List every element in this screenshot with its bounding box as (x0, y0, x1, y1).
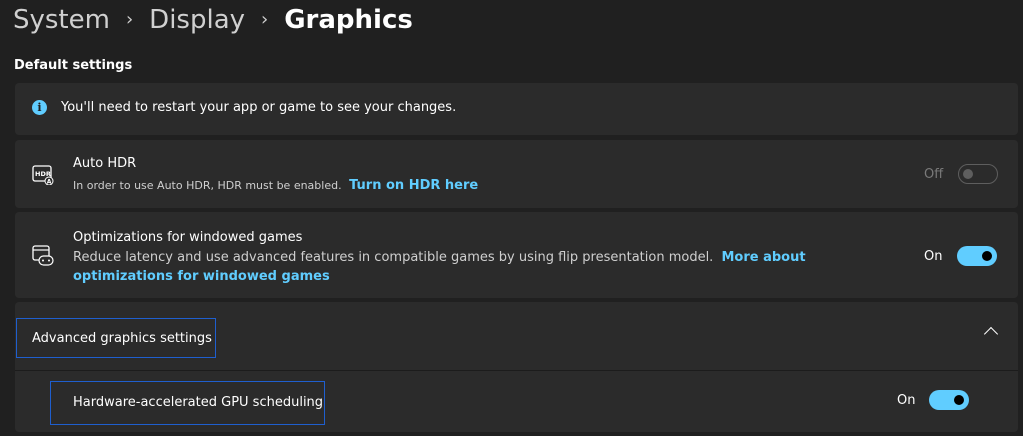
gpu-scheduling-label: Hardware-accelerated GPU scheduling (73, 395, 324, 410)
breadcrumb-separator-icon: › (125, 8, 134, 30)
advanced-graphics-label: Advanced graphics settings (32, 331, 212, 346)
gpu-scheduling-state-label: On (897, 393, 916, 408)
auto-hdr-description-text: In order to use Auto HDR, HDR must be en… (73, 179, 342, 192)
breadcrumb-system[interactable]: System (13, 5, 110, 35)
auto-hdr-toggle[interactable] (958, 164, 998, 184)
turn-on-hdr-link[interactable]: Turn on HDR here (349, 178, 478, 193)
windowed-games-icon (32, 245, 54, 266)
info-banner: i You'll need to restart your app or gam… (15, 83, 1018, 135)
section-title: Default settings (14, 58, 133, 73)
breadcrumb-separator-icon: › (261, 8, 269, 30)
svg-text:A: A (47, 179, 52, 186)
windowed-games-state-label: On (924, 249, 943, 264)
auto-hdr-card: HDR A Auto HDR In order to use Auto HDR,… (15, 140, 1018, 208)
auto-hdr-description: In order to use Auto HDR, HDR must be en… (73, 178, 478, 193)
windowed-games-title: Optimizations for windowed games (73, 230, 303, 245)
gpu-scheduling-row[interactable]: Hardware-accelerated GPU scheduling (50, 381, 325, 425)
auto-hdr-title: Auto HDR (73, 156, 137, 171)
windowed-games-description-text: Reduce latency and use advanced features… (73, 250, 714, 265)
advanced-graphics-card: Advanced graphics settings Hardware-acce… (15, 302, 1018, 432)
windowed-games-card: Optimizations for windowed games Reduce … (15, 212, 1018, 298)
gpu-scheduling-toggle[interactable] (929, 390, 969, 410)
auto-hdr-state-label: Off (924, 167, 944, 182)
toggle-knob (954, 395, 964, 405)
page-title: Graphics (284, 5, 413, 35)
toggle-knob (982, 251, 992, 261)
advanced-graphics-header[interactable]: Advanced graphics settings (16, 318, 216, 358)
breadcrumb: System › Display › Graphics (13, 2, 413, 38)
hdr-icon: HDR A (32, 165, 54, 185)
info-icon: i (32, 100, 47, 115)
windowed-games-description: Reduce latency and use advanced features… (73, 248, 893, 286)
divider (15, 370, 1018, 371)
info-text: You'll need to restart your app or game … (61, 100, 457, 115)
toggle-knob (963, 169, 973, 179)
windowed-games-toggle[interactable] (957, 246, 997, 266)
chevron-up-icon[interactable] (983, 326, 999, 342)
breadcrumb-display[interactable]: Display (149, 5, 245, 35)
